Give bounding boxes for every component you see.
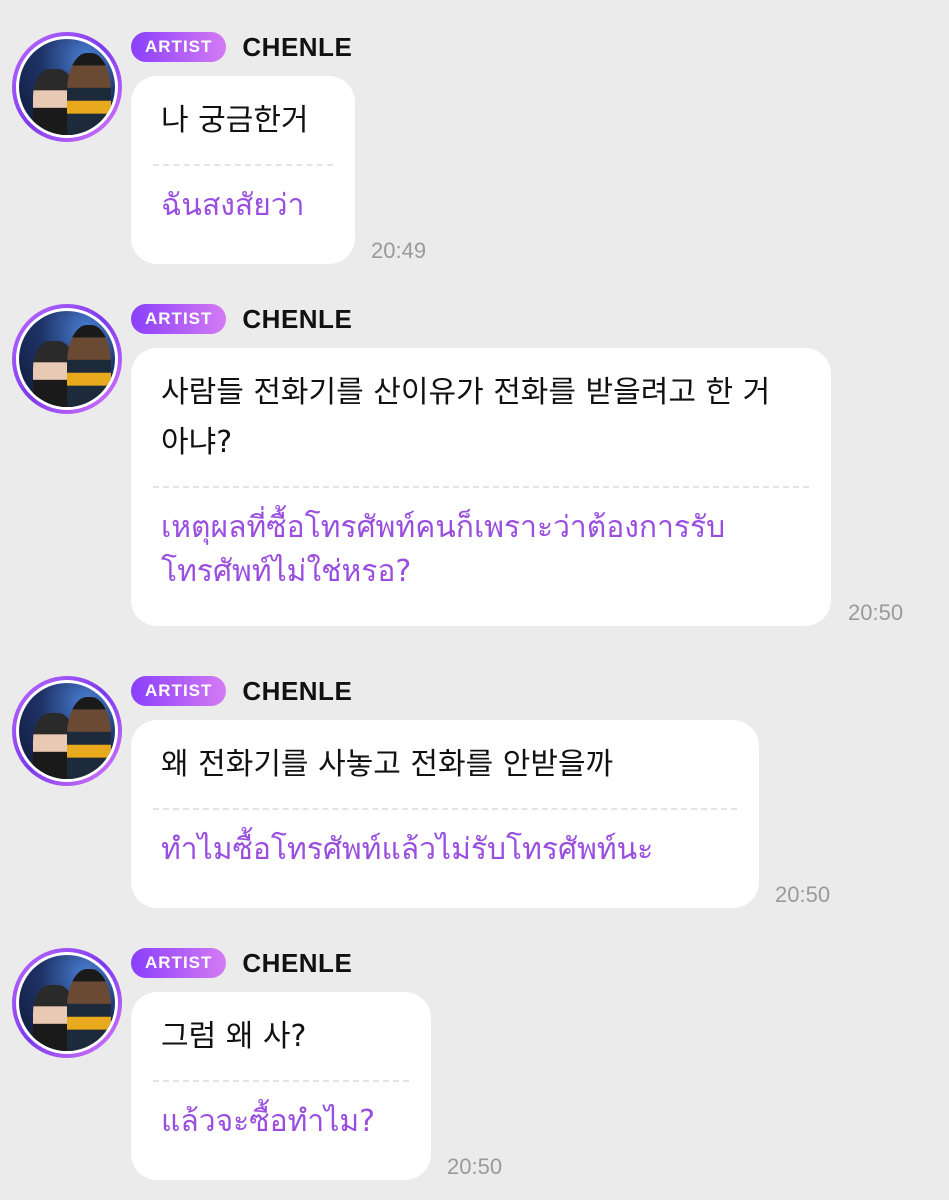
artist-badge: ARTIST <box>131 676 227 706</box>
artist-badge: ARTIST <box>131 32 227 62</box>
translation-text: เหตุผลที่ซื้อโทรศัพท์คนก็เพราะว่าต้องการ… <box>161 510 726 589</box>
message-time: 20:50 <box>848 600 904 625</box>
message-time: 20:50 <box>775 882 831 907</box>
original-text: 사람들 전화기를 산이유가 전화를 받을려고 한 거 아냐? <box>161 375 771 460</box>
sender-name: CHENLE <box>242 675 353 706</box>
avatar-photo <box>19 311 115 407</box>
translation-text: แล้วจะซื้อทำไม? <box>161 1104 376 1139</box>
artist-avatar[interactable] <box>12 948 122 1058</box>
translation-text: ฉันสงสัยว่า <box>161 188 305 223</box>
avatar-photo <box>19 39 115 135</box>
message-time: 20:50 <box>447 1154 503 1179</box>
message-header: ARTIST CHENLE <box>131 676 352 706</box>
message-header: ARTIST CHENLE <box>131 948 352 978</box>
artist-avatar[interactable] <box>12 32 122 142</box>
artist-badge: ARTIST <box>131 304 227 334</box>
avatar-photo <box>19 955 115 1051</box>
message-header: ARTIST CHENLE <box>131 32 352 62</box>
message-bubble[interactable]: 왜 전화기를 사놓고 전화를 안받을까 ทำไมซื้อโทรศัพท์แล้ว… <box>131 720 759 908</box>
sender-name: CHENLE <box>242 31 353 62</box>
translation-text: ทำไมซื้อโทรศัพท์แล้วไม่รับโทรศัพท์นะ <box>161 832 654 867</box>
avatar-photo <box>19 683 115 779</box>
original-text: 그럼 왜 사? <box>161 1019 307 1054</box>
message-bubble[interactable]: 사람들 전화기를 산이유가 전화를 받을려고 한 거 아냐? เหตุผลที่… <box>131 348 831 626</box>
artist-avatar[interactable] <box>12 304 122 414</box>
sender-name: CHENLE <box>242 947 353 978</box>
original-text: 나 궁금한거 <box>161 103 309 138</box>
message-bubble[interactable]: 그럼 왜 사? แล้วจะซื้อทำไม? <box>131 992 431 1180</box>
sender-name: CHENLE <box>242 303 353 334</box>
artist-avatar[interactable] <box>12 676 122 786</box>
message-bubble[interactable]: 나 궁금한거 ฉันสงสัยว่า <box>131 76 355 264</box>
original-text: 왜 전화기를 사놓고 전화를 안받을까 <box>161 747 614 782</box>
message-time: 20:49 <box>371 238 427 263</box>
artist-badge: ARTIST <box>131 948 227 978</box>
message-header: ARTIST CHENLE <box>131 304 352 334</box>
